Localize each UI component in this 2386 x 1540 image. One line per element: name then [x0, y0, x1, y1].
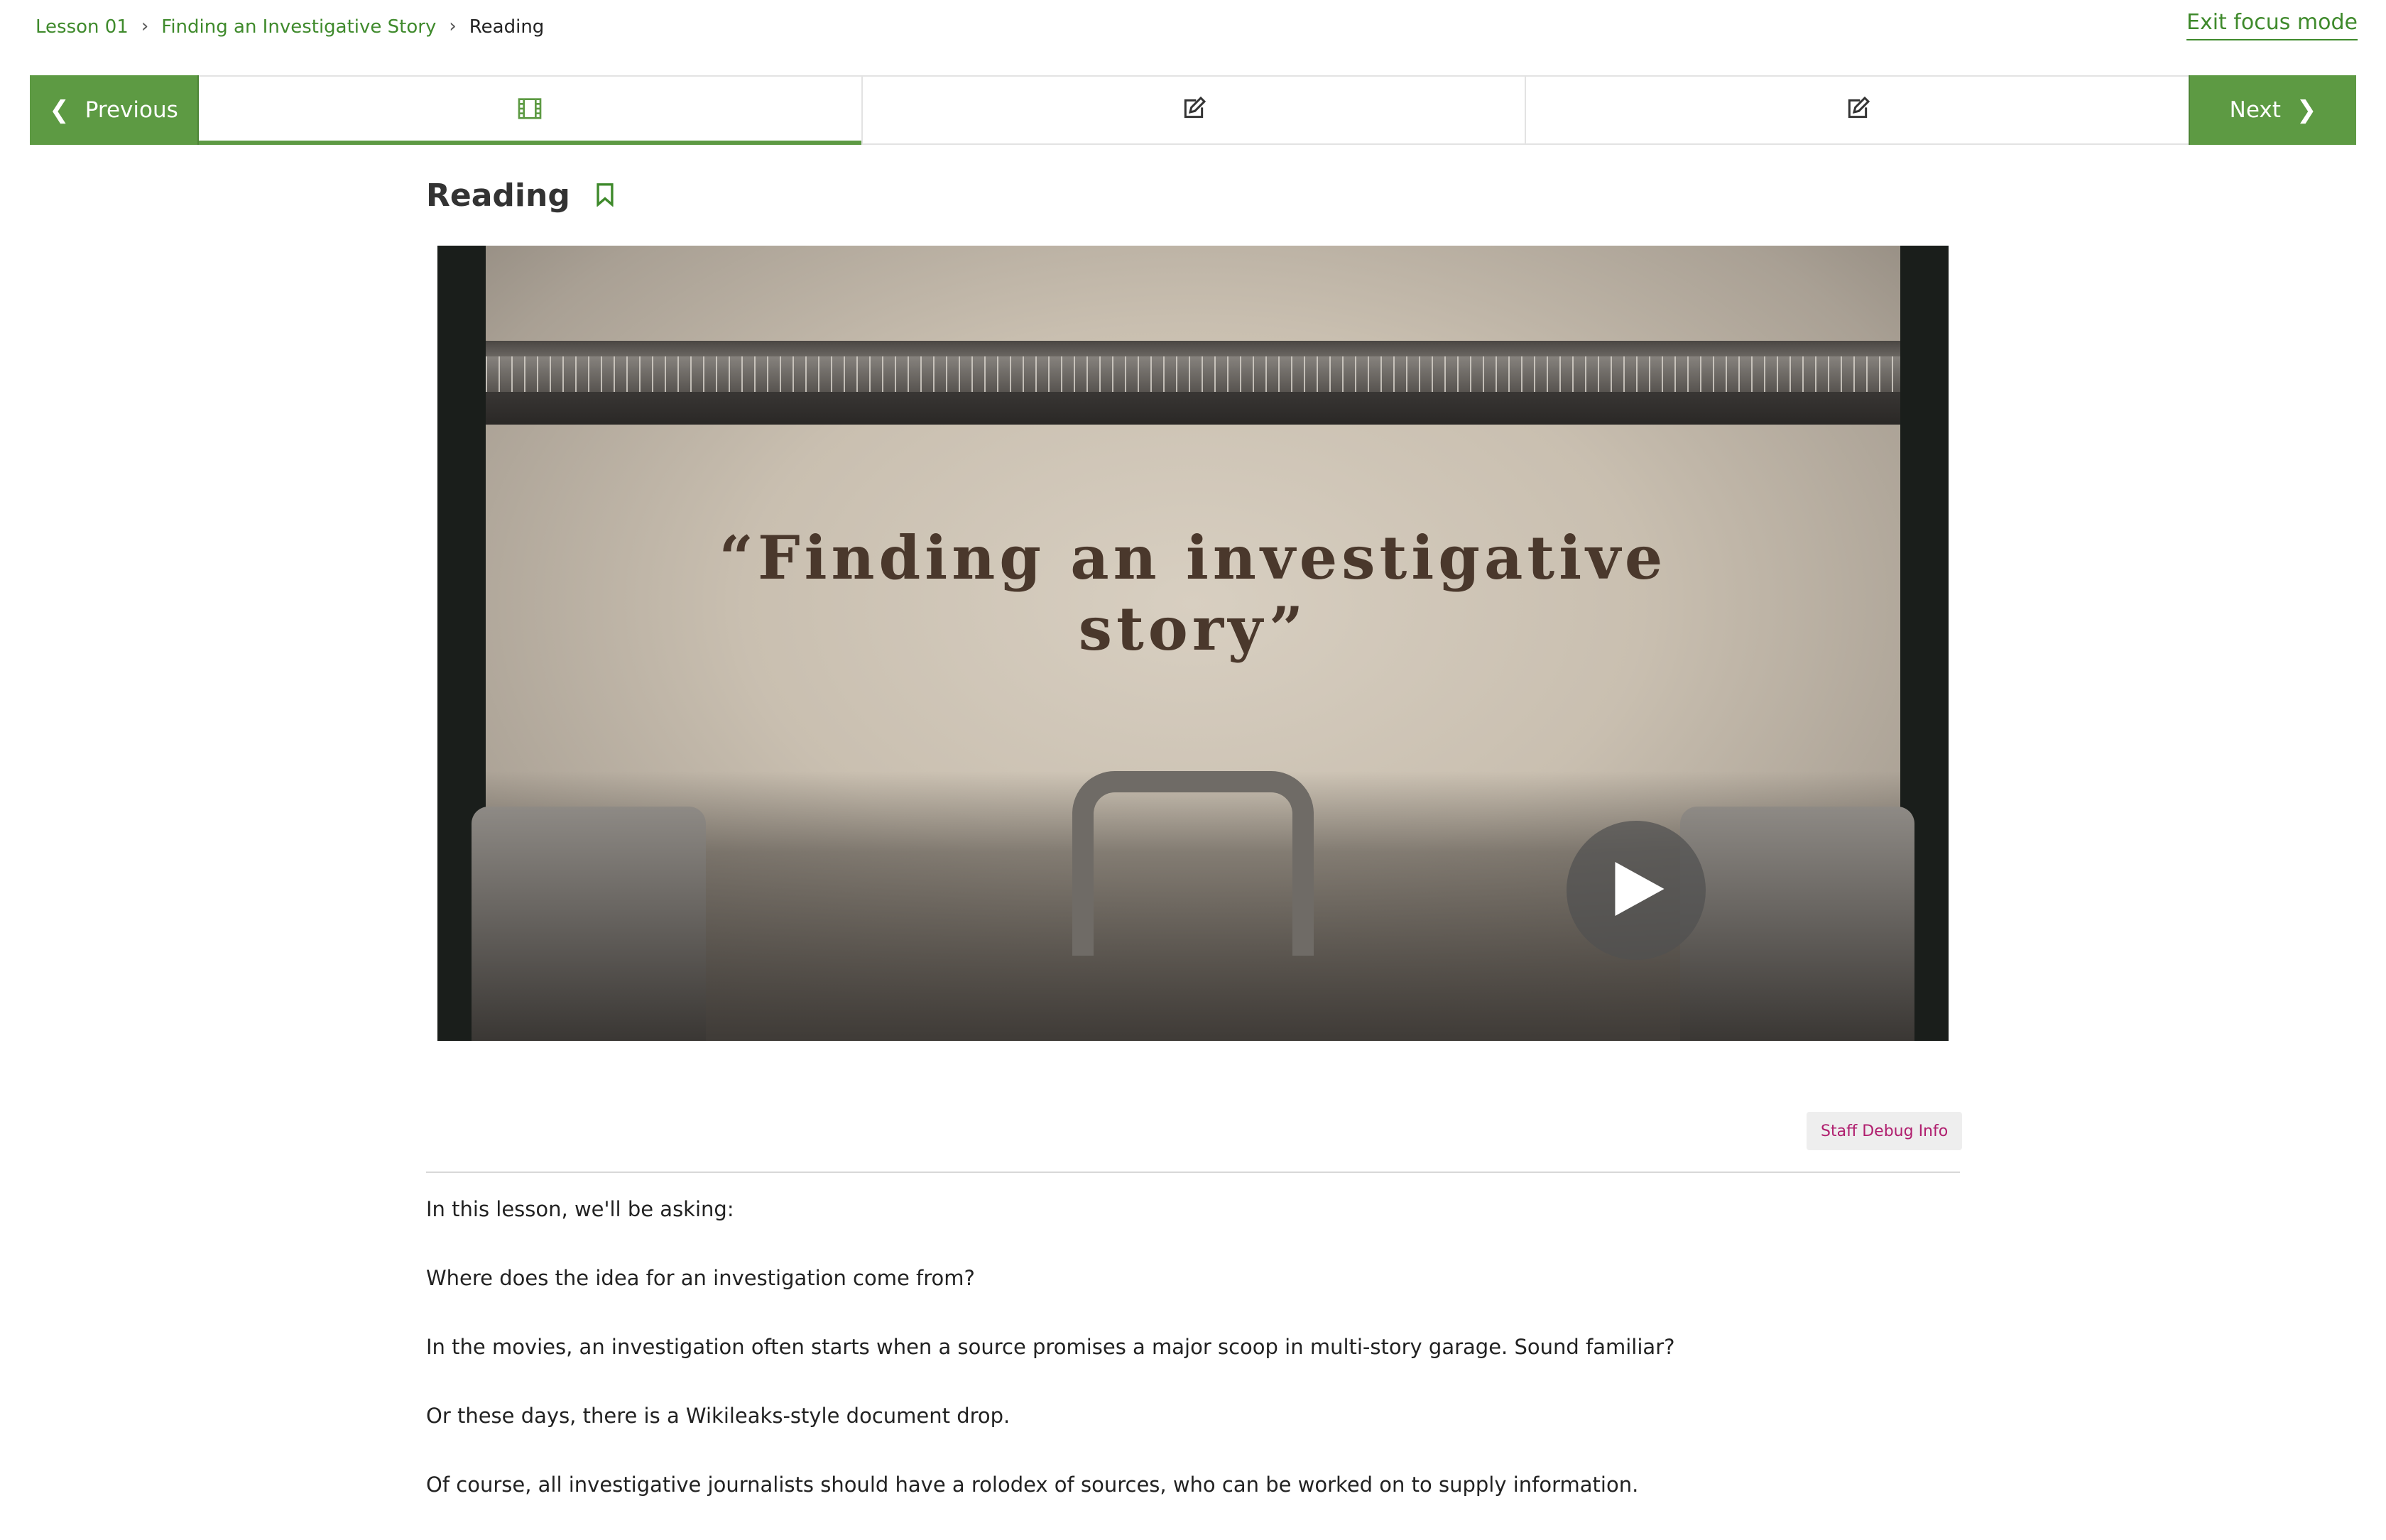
- typed-line-1: “Finding an investigative: [719, 523, 1667, 593]
- unit-header: Reading: [426, 178, 616, 214]
- edit-icon: [1843, 94, 1872, 126]
- video-player[interactable]: “Finding an investigative story”: [437, 246, 1949, 1041]
- edit-icon: [1180, 94, 1208, 126]
- chevron-right-icon: ›: [449, 16, 457, 37]
- typewriter-block-left: [472, 807, 706, 1041]
- chevron-right-icon: ❯: [2296, 96, 2317, 124]
- ruler-scale: [486, 356, 1900, 392]
- tab-problem-unit-1[interactable]: [863, 77, 1527, 143]
- breadcrumb-lesson-link[interactable]: Lesson 01: [36, 16, 129, 38]
- breadcrumb-subsection-link[interactable]: Finding an Investigative Story: [161, 16, 436, 38]
- play-button[interactable]: [1567, 821, 1706, 960]
- play-icon: [1608, 862, 1665, 919]
- chevron-right-icon: ›: [141, 16, 149, 37]
- paragraph: In this lesson, we'll be asking:: [426, 1197, 734, 1221]
- typewriter-ruler: [486, 341, 1900, 425]
- paragraph: Of course, all investigative journalists…: [426, 1473, 1639, 1497]
- paragraph: In the movies, an investigation often st…: [426, 1335, 1675, 1359]
- breadcrumb: Lesson 01 › Finding an Investigative Sto…: [36, 14, 544, 40]
- sequence-nav: ❮ Previous Next ❯: [30, 75, 2356, 145]
- paragraph: Where does the idea for an investigation…: [426, 1266, 975, 1290]
- previous-label: Previous: [85, 97, 178, 123]
- staff-debug-info-button[interactable]: Staff Debug Info: [1807, 1112, 1963, 1150]
- breadcrumb-current: Reading: [469, 16, 545, 38]
- tab-video-unit[interactable]: [199, 77, 863, 145]
- typewriter-block-right: [1680, 807, 1914, 1041]
- typewriter-type-guide: [1072, 771, 1314, 956]
- bookmark-icon[interactable]: [594, 182, 616, 209]
- exit-focus-mode-button[interactable]: Exit focus mode: [2186, 10, 2358, 40]
- divider: [426, 1172, 1960, 1173]
- film-icon: [516, 94, 544, 126]
- chevron-left-icon: ❮: [49, 96, 70, 124]
- typed-line-2: story”: [1078, 594, 1308, 664]
- page-title: Reading: [426, 178, 570, 214]
- next-label: Next: [2229, 97, 2281, 123]
- tab-problem-unit-2[interactable]: [1526, 77, 2189, 143]
- next-button[interactable]: Next ❯: [2189, 75, 2356, 145]
- previous-button[interactable]: ❮ Previous: [30, 75, 199, 145]
- paragraph: Or these days, there is a Wikileaks-styl…: [426, 1404, 1010, 1428]
- lesson-content: In this lesson, we'll be asking: Where d…: [426, 1196, 1960, 1540]
- video-typed-text: “Finding an investigative story”: [486, 523, 1900, 665]
- sequence-tabs: [199, 77, 2189, 145]
